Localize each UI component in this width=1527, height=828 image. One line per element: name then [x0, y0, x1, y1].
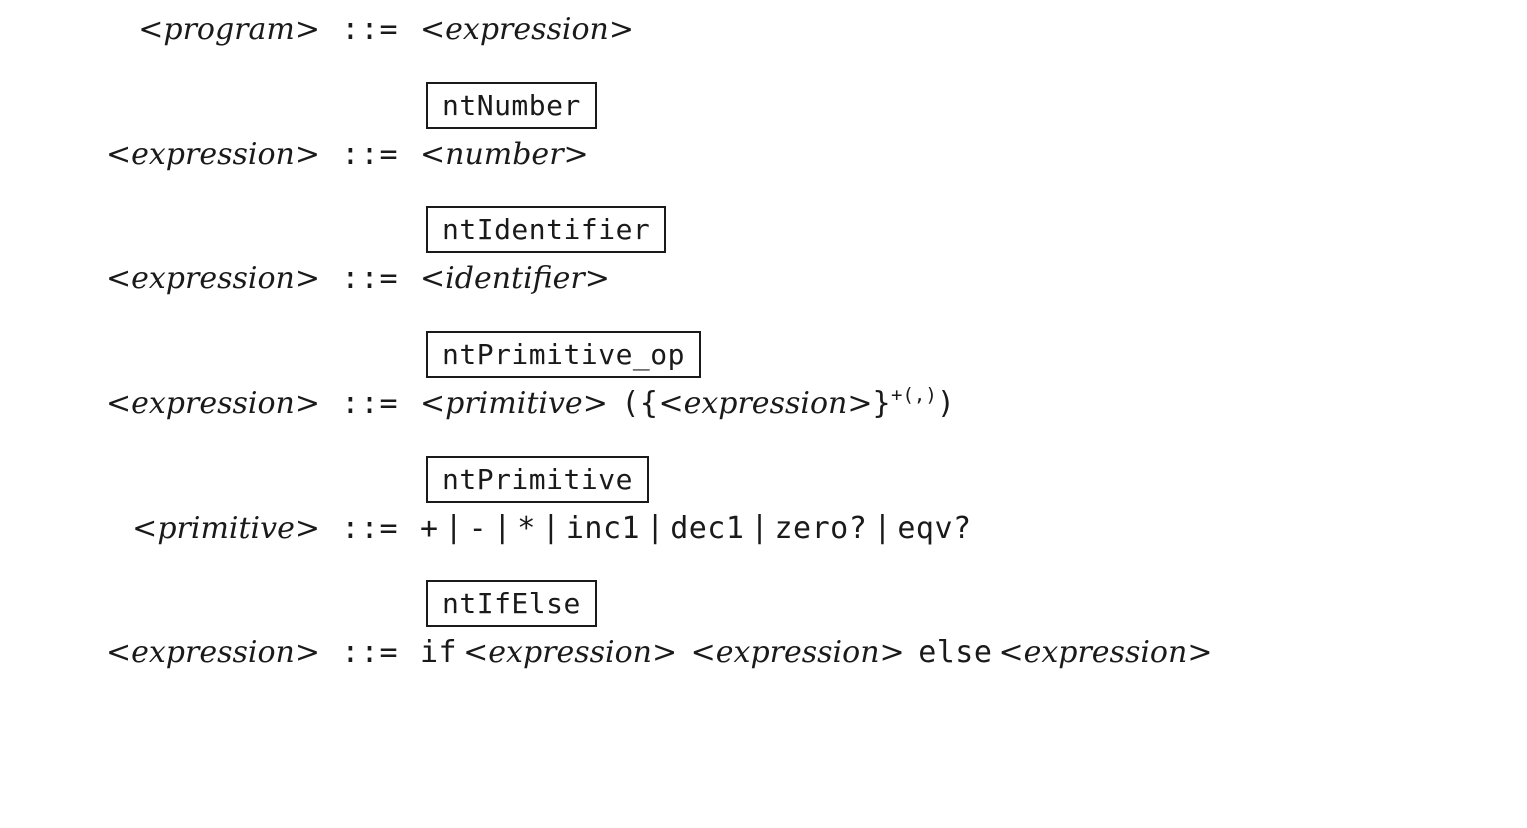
rule-label-ntifelse: ntIfElse — [426, 580, 597, 627]
terminal-rbrace: } — [872, 382, 891, 426]
angle-open: < — [658, 386, 683, 421]
nt-expression: expression — [445, 12, 609, 47]
terminal-eqvq: eqv? — [897, 507, 971, 551]
rule-line: <primitive> ::= + | - | * | inc1 | dec1 … — [20, 507, 1507, 551]
rule-ntprimitive: ntPrimitive <primitive> ::= + | - | * | … — [20, 456, 1507, 551]
rule-label-ntprimitive-op: ntPrimitive_op — [426, 331, 701, 378]
angle-open: < — [420, 261, 445, 296]
rule-line: <expression> ::= <number> — [20, 133, 1507, 177]
rule-line: <expression> ::= <primitive> ( { <expres… — [20, 382, 1507, 426]
angle-open: < — [420, 386, 445, 421]
lhs-expression: <expression> — [20, 382, 320, 426]
terminal-lbrace: { — [640, 382, 659, 426]
terminal-rparen: ) — [937, 382, 956, 426]
assign-op: ::= — [320, 8, 420, 52]
terminal-dec1: dec1 — [670, 507, 744, 551]
rhs: if <expression> <expression> else <expre… — [420, 631, 1507, 675]
rule-line: <expression> ::= if <expression> <expres… — [20, 631, 1507, 675]
angle-close: > — [295, 635, 320, 670]
terminal-lparen: ( — [621, 382, 640, 426]
terminal-else: else — [918, 631, 992, 675]
grammar-table: <program> ::= <expression> ntNumber <exp… — [20, 8, 1507, 675]
nt-expression: expression — [1024, 635, 1188, 670]
nt-expression: expression — [131, 261, 295, 296]
assign-op: ::= — [320, 382, 420, 426]
angle-open: < — [463, 635, 488, 670]
rule-label-ntidentifier: ntIdentifier — [426, 206, 666, 253]
rule-ntnumber: ntNumber <expression> ::= <number> — [20, 82, 1507, 177]
lhs-expression: <expression> — [20, 133, 320, 177]
angle-close: > — [609, 12, 634, 47]
alt-bar: | — [439, 506, 469, 550]
rhs: <expression> — [420, 8, 1507, 52]
lhs-expression: <expression> — [20, 257, 320, 301]
angle-close: > — [295, 386, 320, 421]
rule-ntifelse: ntIfElse <expression> ::= if <expression… — [20, 580, 1507, 675]
angle-open: < — [106, 635, 131, 670]
nt-expression: expression — [131, 635, 295, 670]
angle-close: > — [847, 386, 872, 421]
nt-expression: expression — [716, 635, 880, 670]
nt-expression: expression — [488, 635, 652, 670]
nt-number: number — [445, 137, 563, 172]
rule-program: <program> ::= <expression> — [20, 8, 1507, 52]
assign-op: ::= — [320, 257, 420, 301]
nt-expression: expression — [131, 137, 295, 172]
rhs: + | - | * | inc1 | dec1 | zero? | eqv? — [420, 507, 1507, 551]
nt-expression: expression — [131, 386, 295, 421]
alt-bar: | — [867, 506, 897, 550]
angle-open: < — [132, 511, 157, 546]
rule-line: <expression> ::= <identifier> — [20, 257, 1507, 301]
nt-program: program — [163, 12, 294, 47]
angle-open: < — [106, 386, 131, 421]
angle-open: < — [998, 635, 1023, 670]
alt-bar: | — [640, 506, 670, 550]
assign-op: ::= — [320, 133, 420, 177]
angle-open: < — [138, 12, 163, 47]
repetition-superscript: +(,) — [891, 382, 937, 410]
angle-open: < — [420, 12, 445, 47]
angle-close: > — [585, 261, 610, 296]
terminal-if: if — [420, 631, 457, 675]
rhs: <number> — [420, 133, 1507, 177]
angle-close: > — [564, 137, 589, 172]
alt-bar: | — [487, 506, 517, 550]
assign-op: ::= — [320, 507, 420, 551]
rule-line: <program> ::= <expression> — [20, 8, 1507, 52]
lhs-expression: <expression> — [20, 631, 320, 675]
angle-open: < — [420, 137, 445, 172]
terminal-star: * — [517, 507, 536, 551]
lhs-program: <program> — [20, 8, 320, 52]
angle-close: > — [652, 635, 677, 670]
angle-close: > — [1187, 635, 1212, 670]
angle-close: > — [295, 511, 320, 546]
angle-close: > — [295, 261, 320, 296]
angle-close: > — [880, 635, 905, 670]
angle-close: > — [583, 386, 608, 421]
angle-close: > — [295, 12, 320, 47]
assign-op: ::= — [320, 631, 420, 675]
terminal-plus: + — [420, 507, 439, 551]
alt-bar: | — [536, 506, 566, 550]
alt-bar: | — [744, 506, 774, 550]
rule-label-ntprimitive: ntPrimitive — [426, 456, 649, 503]
rhs: <primitive> ( { <expression> } +(,) ) — [420, 382, 1507, 426]
rule-label-ntnumber: ntNumber — [426, 82, 597, 129]
rule-ntidentifier: ntIdentifier <expression> ::= <identifie… — [20, 206, 1507, 301]
lhs-primitive: <primitive> — [20, 507, 320, 551]
terminal-minus: - — [469, 507, 488, 551]
rule-ntprimitive-op: ntPrimitive_op <expression> ::= <primiti… — [20, 331, 1507, 426]
angle-open: < — [106, 261, 131, 296]
nt-primitive: primitive — [157, 511, 295, 546]
rhs: <identifier> — [420, 257, 1507, 301]
terminal-inc1: inc1 — [566, 507, 640, 551]
terminal-zeroq: zero? — [775, 507, 868, 551]
nt-primitive: primitive — [445, 386, 583, 421]
nt-identifier: identifier — [445, 261, 585, 296]
nt-expression: expression — [684, 386, 848, 421]
angle-open: < — [691, 635, 716, 670]
angle-close: > — [295, 137, 320, 172]
angle-open: < — [106, 137, 131, 172]
